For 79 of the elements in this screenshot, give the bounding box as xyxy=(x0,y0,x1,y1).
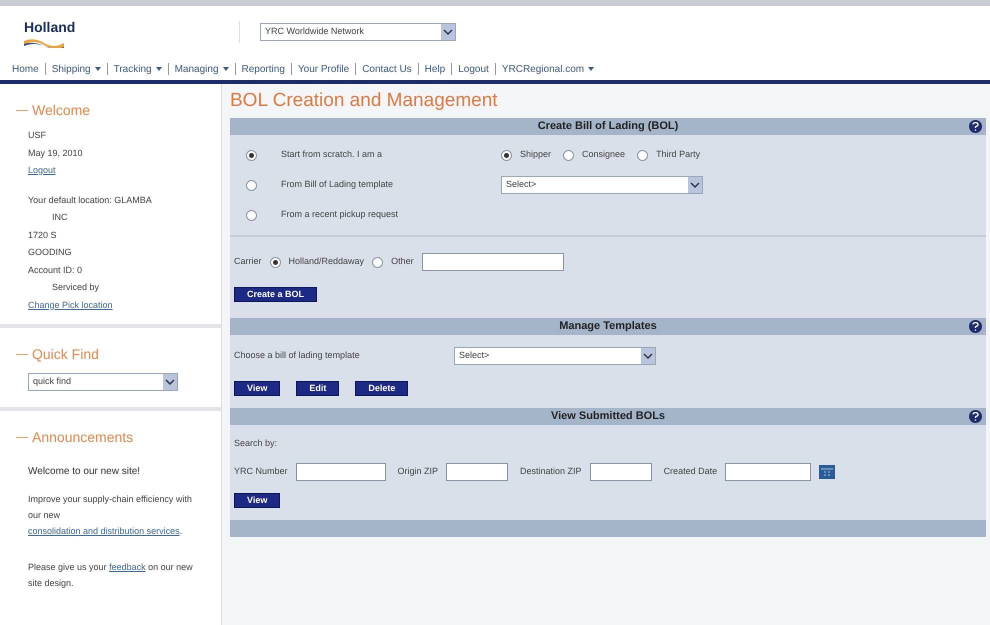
form-button[interactable]: Edit xyxy=(296,381,340,396)
nav-link[interactable]: Contact Us xyxy=(362,62,412,76)
help-icon[interactable] xyxy=(969,410,982,423)
template-select[interactable]: Select> xyxy=(501,176,703,194)
form-button[interactable]: Create a BOL xyxy=(234,287,318,302)
quick-find-select[interactable]: quick find xyxy=(28,373,178,391)
account-text: Your default location: GLAMBA xyxy=(28,194,153,206)
template-select[interactable]: Select> xyxy=(454,347,656,365)
account-text: INC xyxy=(51,211,68,224)
field-label: Origin ZIP xyxy=(398,464,438,478)
sidebar-heading: Quick Find xyxy=(32,345,99,364)
nav-link[interactable]: Logout xyxy=(458,62,489,76)
radio-button[interactable] xyxy=(270,256,281,268)
announcement-text: Improve your supply-chain efficiency with our new consolidation and distribution services. xyxy=(28,493,193,538)
nav-link[interactable]: Managing xyxy=(174,62,229,76)
section-title: Create Bill of Lading (BOL) xyxy=(538,119,678,134)
sidebar-heading: Welcome xyxy=(32,101,90,120)
search-input[interactable] xyxy=(296,462,386,480)
radio-button[interactable] xyxy=(246,210,257,220)
nav-link[interactable]: Your Profile xyxy=(298,62,350,76)
account-text: GOODING xyxy=(28,246,73,259)
role-label: Consignee xyxy=(582,148,626,162)
other-carrier-input[interactable] xyxy=(422,253,564,271)
carrier-option-label: Other xyxy=(391,255,414,268)
logo-text[interactable]: Holland xyxy=(24,16,76,38)
section-title: Manage Templates xyxy=(559,319,657,334)
carrier-option-label: Holland/Reddaway xyxy=(288,255,364,268)
network-select[interactable]: YRC Worldwide Network xyxy=(260,23,456,41)
radio-button[interactable] xyxy=(637,150,648,160)
radio-button[interactable] xyxy=(563,150,574,160)
account-text: USF xyxy=(28,129,47,142)
sidebar-heading: Announcements xyxy=(32,428,134,447)
field-label: Created Date xyxy=(664,464,718,478)
services-link[interactable]: consolidation and distribution services xyxy=(28,526,180,536)
option-label: Start from scratch. I am a xyxy=(281,148,384,162)
feedback-text: Please give us your feedback on our new site design. xyxy=(28,561,194,590)
nav-link[interactable]: Reporting xyxy=(242,62,285,76)
feedback-link[interactable]: feedback xyxy=(109,562,146,572)
sidebar-link[interactable]: Logout xyxy=(28,164,56,178)
page-title: BOL Creation and Management xyxy=(230,88,499,113)
nav-link[interactable]: YRCRegional.com xyxy=(502,62,594,76)
help-icon[interactable] xyxy=(969,320,982,333)
form-button[interactable]: Delete xyxy=(355,381,408,396)
nav-link[interactable]: Shipping xyxy=(52,62,101,76)
form-button[interactable]: View xyxy=(234,381,280,396)
sidebar-link[interactable]: Change Pick location xyxy=(28,298,113,312)
caret-icon xyxy=(222,67,229,71)
template-label: Choose a bill of lading template xyxy=(234,349,361,362)
nav-link[interactable]: Tracking xyxy=(114,62,162,76)
carrier-label: Carrier xyxy=(234,255,262,268)
option-label: From a recent pickup request xyxy=(281,208,400,222)
logo-wave-icon xyxy=(24,38,64,48)
account-text: Account ID: 0 xyxy=(28,264,84,276)
account-text: 1720 S xyxy=(28,228,58,242)
account-text: Serviced by xyxy=(51,281,100,294)
account-text: May 19, 2010 xyxy=(28,146,84,160)
form-button[interactable]: View xyxy=(234,492,280,508)
nav-link[interactable]: Home xyxy=(12,62,39,76)
radio-button[interactable] xyxy=(246,180,257,190)
section-title: View Submitted BOLs xyxy=(550,409,666,424)
caret-icon xyxy=(588,67,594,71)
announcement-headline: Welcome to our new site! xyxy=(28,465,142,479)
search-label: Search by: xyxy=(234,437,278,450)
option-label: From Bill of Lading template xyxy=(281,178,394,192)
caret-icon xyxy=(94,67,101,71)
radio-button[interactable] xyxy=(246,150,257,160)
field-label: YRC Number xyxy=(234,464,288,478)
radio-button[interactable] xyxy=(372,256,384,268)
search-input[interactable] xyxy=(590,462,652,480)
caret-icon xyxy=(156,67,162,71)
nav-link[interactable]: Help xyxy=(424,62,446,76)
search-input[interactable] xyxy=(446,462,508,480)
field-label: Destination ZIP xyxy=(520,464,582,478)
role-label: Third Party xyxy=(656,148,700,162)
radio-button[interactable] xyxy=(501,150,512,160)
role-label: Shipper xyxy=(520,148,552,162)
calendar-icon[interactable] xyxy=(819,464,836,478)
search-input[interactable] xyxy=(725,462,812,480)
help-icon[interactable] xyxy=(969,120,982,133)
